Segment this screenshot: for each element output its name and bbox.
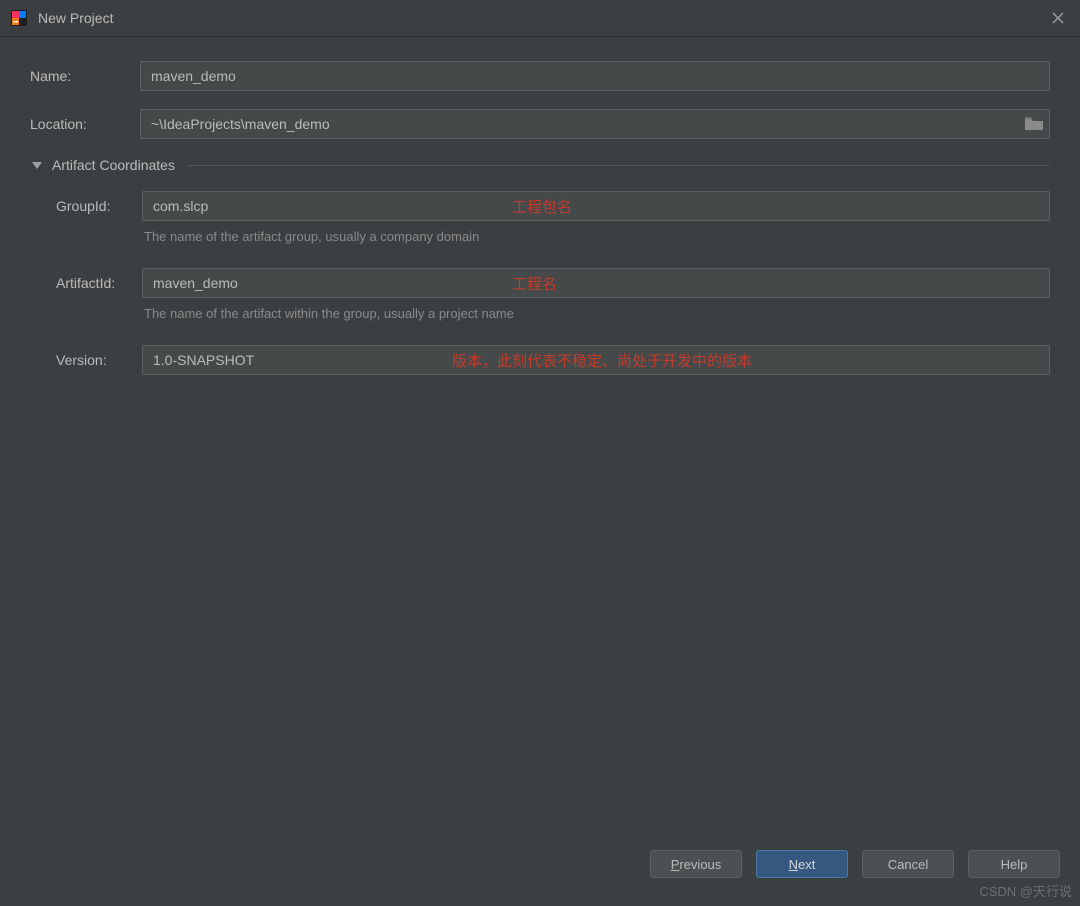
location-input[interactable] xyxy=(140,109,1050,139)
groupid-input[interactable] xyxy=(142,191,1050,221)
location-row: Location: xyxy=(30,109,1050,139)
section-divider xyxy=(187,165,1050,166)
version-row: Version: 版本，此刻代表不稳定、尚处于开发中的版本 xyxy=(56,345,1050,375)
artifact-coordinates-header[interactable]: Artifact Coordinates xyxy=(30,157,1050,173)
titlebar: New Project xyxy=(0,0,1080,37)
location-label: Location: xyxy=(30,116,140,132)
version-label: Version: xyxy=(56,352,142,368)
artifactid-row: ArtifactId: 工程名 xyxy=(56,268,1050,298)
dialog-content: Name: Location: Artifact Coordinates xyxy=(0,37,1080,837)
browse-folder-icon[interactable] xyxy=(1024,116,1044,132)
cancel-button[interactable]: Cancel xyxy=(862,850,954,878)
groupid-hint: The name of the artifact group, usually … xyxy=(144,229,1050,244)
next-button[interactable]: Next xyxy=(756,850,848,878)
artifactid-hint: The name of the artifact within the grou… xyxy=(144,306,1050,321)
groupid-row: GroupId: 工程包名 xyxy=(56,191,1050,221)
dialog-footer: Previous Next Cancel Help xyxy=(0,837,1080,906)
name-input[interactable] xyxy=(140,61,1050,91)
artifactid-input[interactable] xyxy=(142,268,1050,298)
artifactid-label: ArtifactId: xyxy=(56,275,142,291)
name-label: Name: xyxy=(30,68,140,84)
section-title: Artifact Coordinates xyxy=(52,157,175,173)
intellij-icon xyxy=(10,9,28,27)
groupid-label: GroupId: xyxy=(56,198,142,214)
close-icon[interactable] xyxy=(1046,6,1070,30)
name-row: Name: xyxy=(30,61,1050,91)
window-title: New Project xyxy=(38,10,1046,26)
previous-button[interactable]: Previous xyxy=(650,850,742,878)
artifact-section: GroupId: 工程包名 The name of the artifact g… xyxy=(30,191,1050,375)
new-project-dialog: New Project Name: Location: xyxy=(0,0,1080,906)
chevron-down-icon xyxy=(30,158,44,172)
help-button[interactable]: Help xyxy=(968,850,1060,878)
version-input[interactable] xyxy=(142,345,1050,375)
